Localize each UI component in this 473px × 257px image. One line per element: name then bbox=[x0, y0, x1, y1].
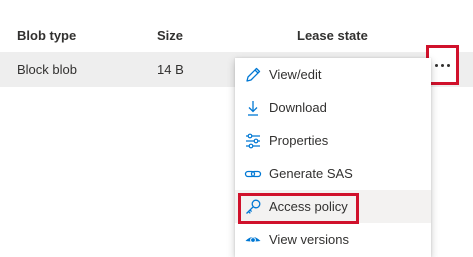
menu-item-download[interactable]: Download bbox=[235, 91, 431, 124]
menu-item-properties[interactable]: Properties bbox=[235, 124, 431, 157]
link-icon bbox=[244, 170, 262, 177]
menu-item-view-versions[interactable]: View versions bbox=[235, 223, 431, 256]
context-menu: View/edit Download Properties Generate S… bbox=[235, 58, 431, 257]
more-horizontal-icon bbox=[435, 63, 450, 67]
column-header-blob-type[interactable]: Blob type bbox=[17, 28, 76, 43]
menu-item-label: View/edit bbox=[269, 67, 322, 82]
sliders-icon bbox=[246, 133, 260, 148]
menu-item-label: Generate SAS bbox=[269, 166, 353, 181]
eye-icon bbox=[245, 236, 261, 243]
column-header-size[interactable]: Size bbox=[157, 28, 183, 43]
key-icon bbox=[246, 199, 261, 214]
menu-item-label: View versions bbox=[269, 232, 349, 247]
menu-item-label: Properties bbox=[269, 133, 329, 148]
cell-size: 14 B bbox=[157, 62, 184, 77]
pencil-icon bbox=[246, 67, 261, 82]
menu-item-label: Access policy bbox=[269, 199, 348, 214]
cell-blob-type: Block blob bbox=[17, 62, 77, 77]
menu-item-label: Download bbox=[269, 100, 327, 115]
table-header-row: Blob type Size Lease state bbox=[0, 0, 473, 50]
menu-item-generate-sas[interactable]: Generate SAS bbox=[235, 157, 431, 190]
menu-item-access-policy[interactable]: Access policy bbox=[235, 190, 431, 223]
menu-item-view-edit[interactable]: View/edit bbox=[235, 58, 431, 91]
column-header-lease-state[interactable]: Lease state bbox=[297, 28, 368, 43]
download-icon bbox=[248, 100, 258, 116]
